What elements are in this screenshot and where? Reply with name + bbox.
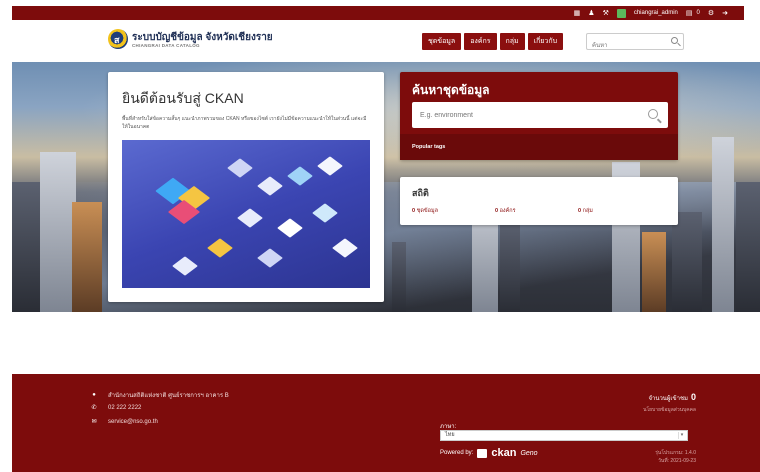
stat-datasets[interactable]: 0 ชุดข้อมูล — [412, 207, 438, 215]
ckan-logo[interactable]: ckan — [491, 447, 516, 459]
logo-letter: ส — [114, 35, 120, 45]
footer-email[interactable]: ✉ service@nso.go.th — [90, 418, 157, 426]
stats-panel: สถิติ 0 ชุดข้อมูล 0 องค์กร 0 กลุ่ม — [400, 177, 678, 225]
nav-organizations[interactable]: องค์กร — [464, 33, 497, 50]
footer-phone: ✆ 02 222 2222 — [91, 404, 142, 412]
stats-title: สถิติ — [412, 188, 429, 198]
account-bar: ▦ ♟ ⚒ chiangrai_admin ▤ 0 ⚙ ➜ — [12, 6, 744, 20]
visitor-counter: จำนวนผู้เข้าชม 0 นโยบายข้อมูลส่วนบุคคล — [643, 392, 696, 414]
visitor-count: 0 — [690, 392, 696, 402]
avatar[interactable] — [616, 8, 626, 18]
username-link[interactable]: chiangrai_admin — [634, 10, 678, 16]
language-select[interactable]: ไทย ▾ — [440, 430, 688, 441]
envelope-icon: ✉ — [91, 419, 97, 425]
privacy-link[interactable]: นโยบายข้อมูลส่วนบุคคล — [643, 406, 696, 414]
wrench-icon[interactable]: ⚒ — [603, 10, 609, 17]
stat-organizations[interactable]: 0 องค์กร — [495, 207, 516, 215]
main-nav: ชุดข้อมูล องค์กร กลุ่ม เกี่ยวกับ — [422, 33, 564, 50]
nav-groups[interactable]: กลุ่ม — [499, 33, 525, 50]
site-footer: ● สำนักงานสถิติแห่งชาติ ศูนย์ราชการฯ อาค… — [12, 374, 760, 472]
datasets-icon[interactable]: ▤ — [686, 10, 693, 17]
phone-icon: ✆ — [91, 405, 97, 411]
nav-datasets[interactable]: ชุดข้อมูล — [422, 33, 462, 50]
popular-tags-label: Popular tags — [412, 144, 446, 150]
chevron-down-icon: ▾ — [678, 432, 685, 439]
logout-icon[interactable]: ➜ — [722, 10, 728, 17]
user-icon[interactable]: ♟ — [588, 10, 594, 17]
header-search-input[interactable] — [587, 38, 667, 54]
gear-icon[interactable]: ⚙ — [708, 10, 714, 17]
masthead: ส ระบบบัญชีข้อมูล จังหวัดเชียงราย CHIANG… — [12, 20, 744, 62]
hero-banner: ยินดีต้อนรับสู่ CKAN พื้นที่สำหรับใส่ข้อ… — [12, 62, 760, 312]
stat-groups[interactable]: 0 กลุ่ม — [578, 207, 593, 215]
map-pin-icon: ● — [92, 392, 96, 398]
geno-logo[interactable]: Geno — [520, 450, 537, 457]
welcome-text: พื้นที่สำหรับใส่ข้อความสั้นๆ แนะนำภาพรวม… — [122, 116, 367, 130]
powered-by: Powered by: ckan Geno — [440, 447, 538, 459]
welcome-panel: ยินดีต้อนรับสู่ CKAN พื้นที่สำหรับใส่ข้อ… — [108, 72, 384, 302]
dataset-search-panel: ค้นหาชุดข้อมูล Popular tags — [400, 72, 678, 160]
dataset-search-input[interactable] — [412, 102, 632, 128]
search-panel-title: ค้นหาชุดข้อมูล — [412, 83, 490, 97]
footer-address: ● สำนักงานสถิติแห่งชาติ ศูนย์ราชการฯ อาค… — [90, 390, 229, 400]
header-search — [586, 33, 684, 54]
site-subtitle: CHIANGRAI DATA CATALOG — [132, 43, 200, 48]
dataset-count-badge: 0 — [696, 10, 700, 16]
version-info: รุ่นโปรแกรม: 1.4.0 วันที่: 2021-09-23 — [655, 450, 696, 464]
search-icon[interactable] — [648, 109, 658, 119]
ckan-logo-icon[interactable] — [477, 448, 488, 458]
nav-about[interactable]: เกี่ยวกับ — [527, 33, 564, 50]
welcome-illustration — [122, 140, 370, 288]
search-icon[interactable] — [671, 37, 678, 44]
welcome-title: ยินดีต้อนรับสู่ CKAN — [122, 90, 244, 106]
dashboard-icon[interactable]: ▦ — [574, 10, 581, 17]
dataset-search-field — [412, 102, 668, 128]
popular-tags-bar: Popular tags — [400, 134, 678, 160]
